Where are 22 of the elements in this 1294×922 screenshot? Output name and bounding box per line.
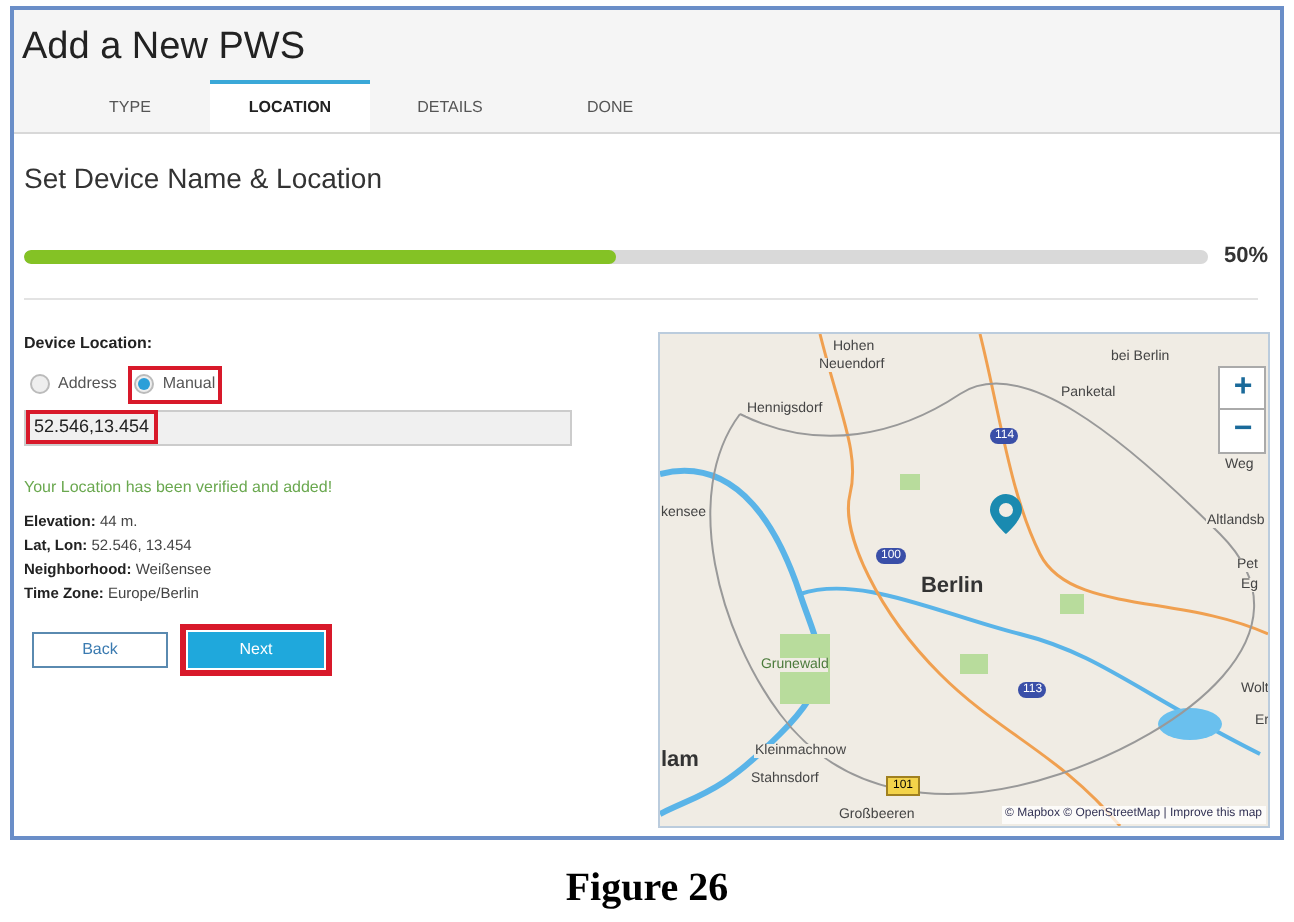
map-city-label: lam: [660, 749, 699, 771]
field-label: Device Location:: [24, 331, 155, 355]
radio-button[interactable]: [134, 374, 155, 394]
coordinates-value: 52.546,13.454: [34, 413, 150, 440]
section-title: Set Device Name & Location: [24, 160, 384, 198]
radio-option[interactable]: Manual: [134, 372, 216, 396]
radio-button[interactable]: [30, 374, 50, 394]
progress-reading: 50%: [1223, 242, 1268, 272]
zoom-in-button[interactable]: +: [1220, 367, 1265, 409]
figure-caption: Figure 26: [565, 864, 729, 914]
coordinates-field[interactable]: 52.546,13.454: [24, 409, 572, 445]
step-tab[interactable]: DONE: [530, 80, 690, 132]
back-button[interactable]: Back: [32, 631, 168, 667]
step-tab[interactable]: LOCATION: [210, 80, 370, 132]
location-pin-icon: [990, 493, 1023, 533]
window-title: Add a New PWS: [22, 24, 307, 70]
radio-option[interactable]: Address: [30, 372, 117, 396]
zoom-out-button[interactable]: −: [1220, 409, 1265, 451]
step-tab[interactable]: DETAILS: [370, 80, 530, 132]
map-city-label: Berlin: [920, 575, 984, 597]
step-tab[interactable]: TYPE: [50, 80, 210, 132]
verified-message: Your Location has been verified and added!: [24, 475, 335, 499]
